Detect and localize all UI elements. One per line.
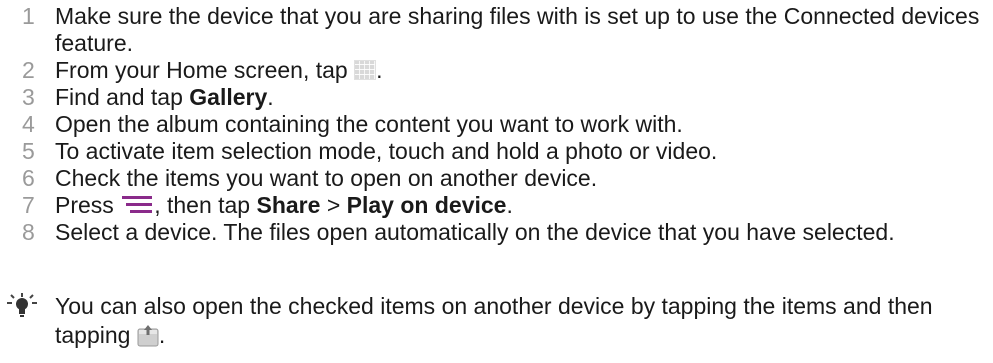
step-text-after: .	[506, 192, 513, 218]
menu-icon	[122, 196, 153, 213]
step-number: 3	[22, 84, 35, 110]
step-text-after: .	[376, 57, 383, 83]
step-text-after: .	[267, 84, 274, 110]
step-number: 1	[22, 3, 35, 29]
gallery-label: Gallery	[189, 84, 268, 110]
step-text-before: From your Home screen, tap	[55, 57, 355, 83]
step-2: 2 From your Home screen, tap .	[0, 57, 993, 84]
step-number: 5	[22, 138, 35, 164]
step-7: 7 Press , then tap Share > Play on devic…	[0, 192, 993, 219]
play-on-device-label: Play on device	[346, 192, 507, 218]
step-text: Make sure the device that you are sharin…	[55, 3, 980, 56]
step-number: 2	[22, 57, 35, 83]
step-number: 8	[22, 219, 35, 245]
step-4: 4 Open the album containing the content …	[0, 111, 993, 138]
step-text: Open the album containing the content yo…	[55, 111, 683, 137]
share-icon	[137, 325, 159, 347]
step-8: 8 Select a device. The files open automa…	[0, 219, 993, 246]
step-1: 1 Make sure the device that you are shar…	[0, 3, 993, 57]
step-text: Check the items you want to open on anot…	[55, 165, 598, 191]
step-6: 6 Check the items you want to open on an…	[0, 165, 993, 192]
step-5: 5 To activate item selection mode, touch…	[0, 138, 993, 165]
tip-text-before: You can also open the checked items on a…	[55, 293, 933, 348]
step-text: To activate item selection mode, touch a…	[55, 138, 718, 164]
step-number: 7	[22, 192, 35, 218]
step-number: 6	[22, 165, 35, 191]
apps-grid-icon	[354, 60, 377, 80]
tip-text: You can also open the checked items on a…	[55, 292, 980, 350]
step-text-before: Press	[55, 192, 121, 218]
step-number: 4	[22, 111, 35, 137]
step-text-mid: , then tap	[154, 192, 257, 218]
separator: >	[320, 192, 347, 218]
share-label: Share	[256, 192, 321, 218]
instruction-steps: 1 Make sure the device that you are shar…	[0, 0, 993, 246]
step-text-before: Find and tap	[55, 84, 190, 110]
lightbulb-icon	[7, 293, 37, 317]
step-text: Select a device. The files open automati…	[55, 219, 895, 245]
step-3: 3 Find and tap Gallery.	[0, 84, 993, 111]
tip-text-after: .	[158, 322, 166, 348]
